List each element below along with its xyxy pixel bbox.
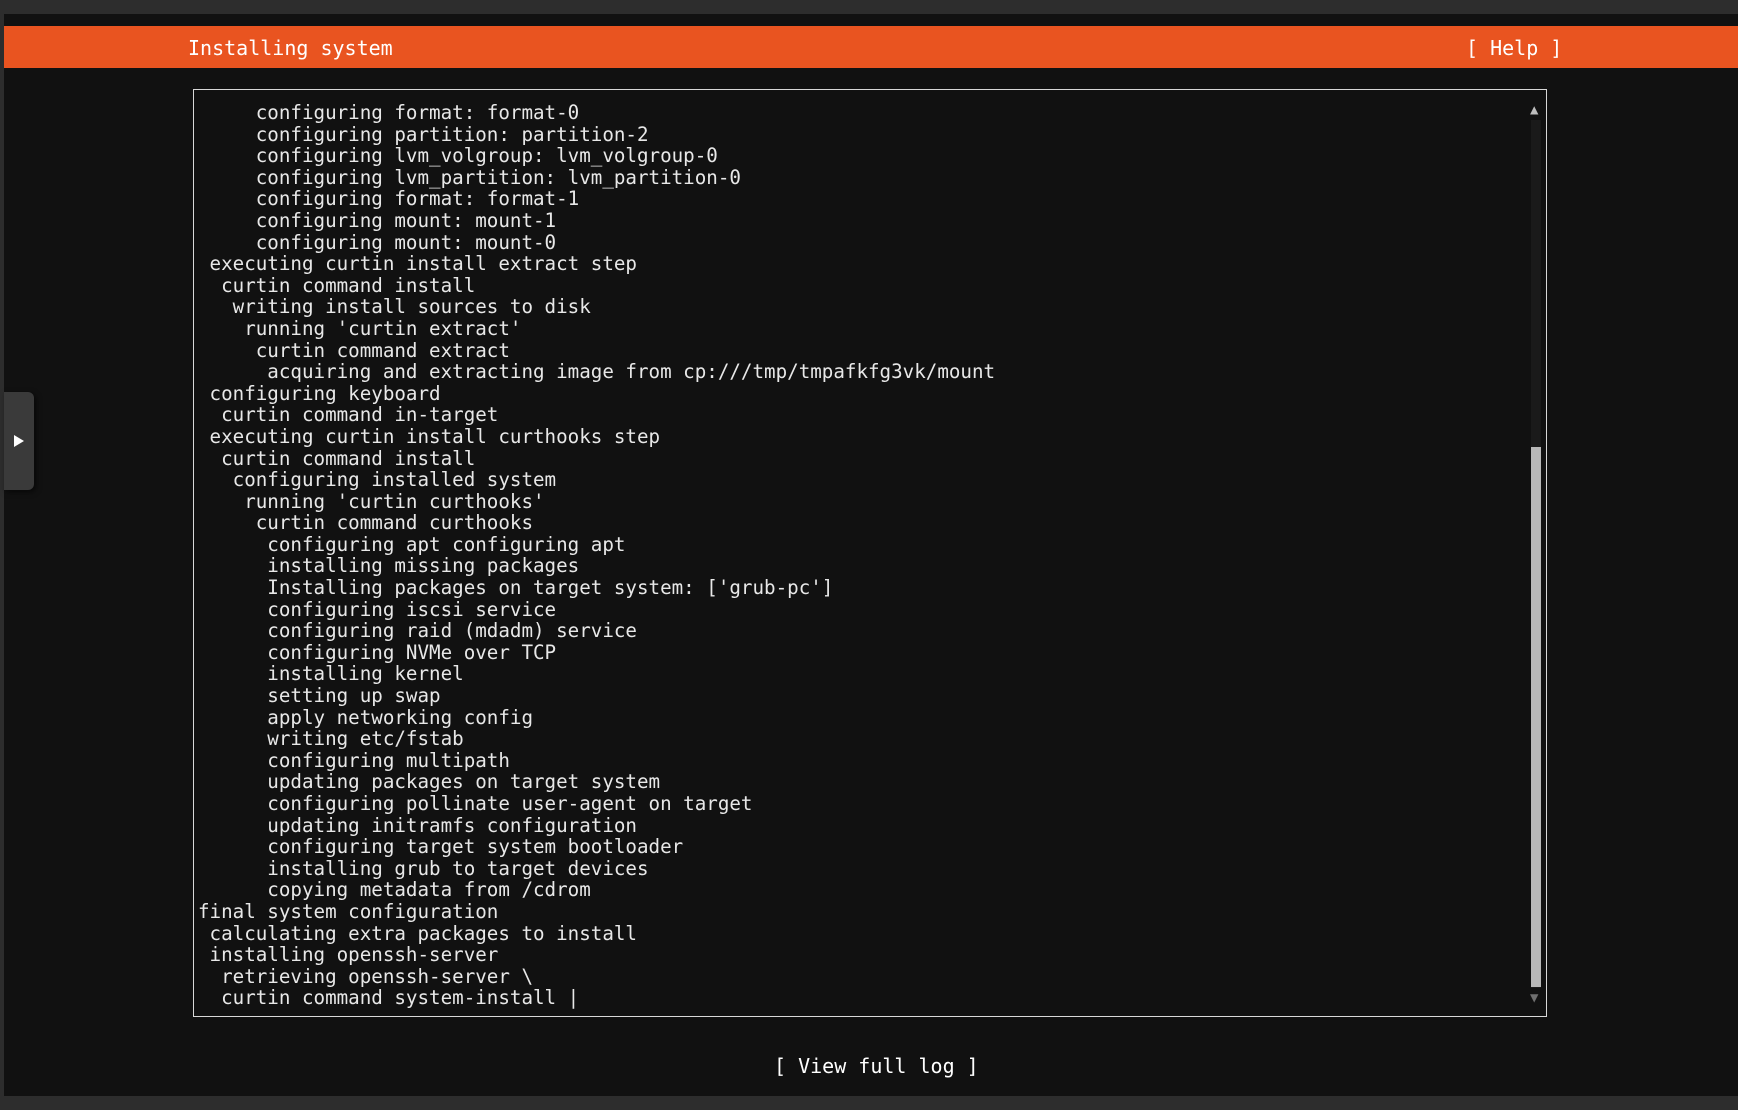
- log-line-text: installing grub to target devices: [198, 856, 649, 880]
- log-line-text: configuring apt configuring apt: [198, 532, 626, 556]
- log-line: curtin command extract: [198, 338, 995, 362]
- log-line-text: running 'curtin curthooks': [198, 489, 545, 513]
- log-line-text: setting up swap: [198, 684, 441, 708]
- log-line: installing kernel: [198, 663, 995, 685]
- log-line: calculating extra packages to install: [198, 921, 995, 945]
- log-line: configuring mount: mount-0: [198, 230, 995, 254]
- log-line-text: configuring mount: mount-1: [198, 208, 557, 232]
- log-line-text: calculating extra packages to install: [198, 921, 637, 945]
- log-line-text: configuring partition: partition-2: [198, 122, 649, 146]
- log-line: configuring iscsi service: [198, 597, 995, 621]
- log-line-text: updating initramfs configuration: [198, 813, 637, 837]
- log-line-text: final system configuration: [198, 899, 499, 923]
- log-line: configuring NVMe over TCP: [198, 642, 995, 664]
- log-line: curtin command install: [198, 446, 995, 470]
- log-line: curtin command system-install |: [198, 987, 995, 1009]
- log-line: executing curtin install curthooks step: [198, 426, 995, 448]
- log-line-text: installing openssh-server: [198, 943, 499, 967]
- log-line: configuring format: format-0: [198, 102, 995, 124]
- log-line-text: curtin command curthooks: [198, 511, 534, 535]
- log-line: Installing packages on target system: ['…: [198, 577, 995, 599]
- log-line: configuring partition: partition-2: [198, 122, 995, 146]
- log-line-text: configuring target system bootloader: [198, 835, 684, 859]
- log-line: configuring raid (mdadm) service: [198, 620, 995, 642]
- log-line-text: running 'curtin extract': [198, 316, 522, 340]
- log-line-text: configuring format: format-1: [198, 187, 580, 211]
- log-line: updating packages on target system: [198, 771, 995, 793]
- scroll-down-arrow-icon[interactable]: ▼: [1530, 990, 1538, 1006]
- log-line: final system configuration: [198, 901, 995, 923]
- log-line-text: executing curtin install curthooks step: [198, 424, 661, 448]
- log-line: configuring mount: mount-1: [198, 210, 995, 232]
- log-line: configuring lvm_volgroup: lvm_volgroup-0: [198, 145, 995, 167]
- log-line: acquiring and extracting image from cp:/…: [198, 361, 995, 383]
- log-line-text: configuring installed system: [198, 468, 557, 492]
- log-line-text: writing etc/fstab: [198, 727, 464, 751]
- log-line: running 'curtin curthooks': [198, 489, 995, 513]
- log-line-text: retrieving openssh-server \: [198, 964, 534, 988]
- scroll-up-arrow-icon[interactable]: ▲: [1530, 102, 1538, 118]
- log-line: configuring multipath: [198, 750, 995, 772]
- log-line-text: installing kernel: [198, 662, 464, 686]
- log-line-text: configuring NVMe over TCP: [198, 640, 557, 664]
- log-line: configuring keyboard: [198, 381, 995, 405]
- log-line-text: curtin command install: [198, 273, 476, 297]
- spinner-cursor: |: [567, 986, 580, 1010]
- log-line: updating initramfs configuration: [198, 813, 995, 837]
- log-line: configuring installed system: [198, 469, 995, 491]
- log-line: curtin command curthooks: [198, 512, 995, 534]
- log-line-text: configuring format: format-0: [198, 101, 580, 124]
- log-line: curtin command in-target: [198, 404, 995, 426]
- log-line: setting up swap: [198, 685, 995, 707]
- log-line-text: curtin command system-install: [198, 986, 568, 1010]
- log-line: configuring format: format-1: [198, 188, 995, 210]
- log-line-text: executing curtin install extract step: [198, 252, 637, 276]
- log-line-text: configuring lvm_partition: lvm_partition…: [198, 165, 741, 189]
- log-line-text: installing missing packages: [198, 554, 580, 578]
- log-line: writing install sources to disk: [198, 296, 995, 318]
- log-line: copying metadata from /cdrom: [198, 879, 995, 901]
- log-line-text: copying metadata from /cdrom: [198, 878, 591, 902]
- log-line: configuring apt configuring apt: [198, 534, 995, 556]
- log-line: running 'curtin extract': [198, 318, 995, 340]
- log-line-text: configuring iscsi service: [198, 597, 557, 621]
- log-line: installing grub to target devices: [198, 856, 995, 880]
- scrollbar-thumb[interactable]: [1531, 447, 1541, 987]
- log-line-text: curtin command extract: [198, 338, 510, 362]
- view-full-log-button[interactable]: [ View full log ]: [774, 1054, 979, 1078]
- log-line: executing curtin install extract step: [198, 253, 995, 275]
- log-line-text: configuring pollinate user-agent on targ…: [198, 792, 753, 815]
- log-line: configuring pollinate user-agent on targ…: [198, 793, 995, 815]
- log-line: configuring target system bootloader: [198, 836, 995, 858]
- log-line-text: configuring multipath: [198, 748, 510, 772]
- window-bottom-edge: [0, 1096, 1738, 1110]
- log-line-text: apply networking config: [198, 705, 534, 729]
- log-line-text: acquiring and extracting image from cp:/…: [198, 360, 996, 384]
- log-line: retrieving openssh-server \: [198, 964, 995, 988]
- log-line-text: writing install sources to disk: [198, 295, 591, 319]
- side-panel-toggle[interactable]: [4, 392, 34, 490]
- log-line-text: updating packages on target system: [198, 770, 661, 794]
- page-title: Installing system: [188, 36, 393, 60]
- log-line-text: configuring raid (mdadm) service: [198, 619, 637, 643]
- log-line: installing openssh-server: [198, 944, 995, 966]
- log-line-text: configuring lvm_volgroup: lvm_volgroup-0: [198, 144, 718, 168]
- log-line-text: configuring keyboard: [198, 381, 441, 405]
- log-line: apply networking config: [198, 705, 995, 729]
- log-line: configuring lvm_partition: lvm_partition…: [198, 165, 995, 189]
- window-top-edge: [0, 0, 1738, 14]
- play-triangle-icon: [14, 435, 24, 447]
- log-line: curtin command install: [198, 273, 995, 297]
- log-line-text: curtin command in-target: [198, 403, 499, 427]
- log-line-text: curtin command install: [198, 446, 476, 470]
- log-line: writing etc/fstab: [198, 728, 995, 750]
- log-line-text: Installing packages on target system: ['…: [198, 576, 834, 600]
- log-line: installing missing packages: [198, 555, 995, 577]
- log-line-text: configuring mount: mount-0: [198, 230, 557, 254]
- log-list: configuring format: format-0 configuring…: [198, 102, 995, 1009]
- help-button[interactable]: [ Help ]: [1466, 36, 1562, 60]
